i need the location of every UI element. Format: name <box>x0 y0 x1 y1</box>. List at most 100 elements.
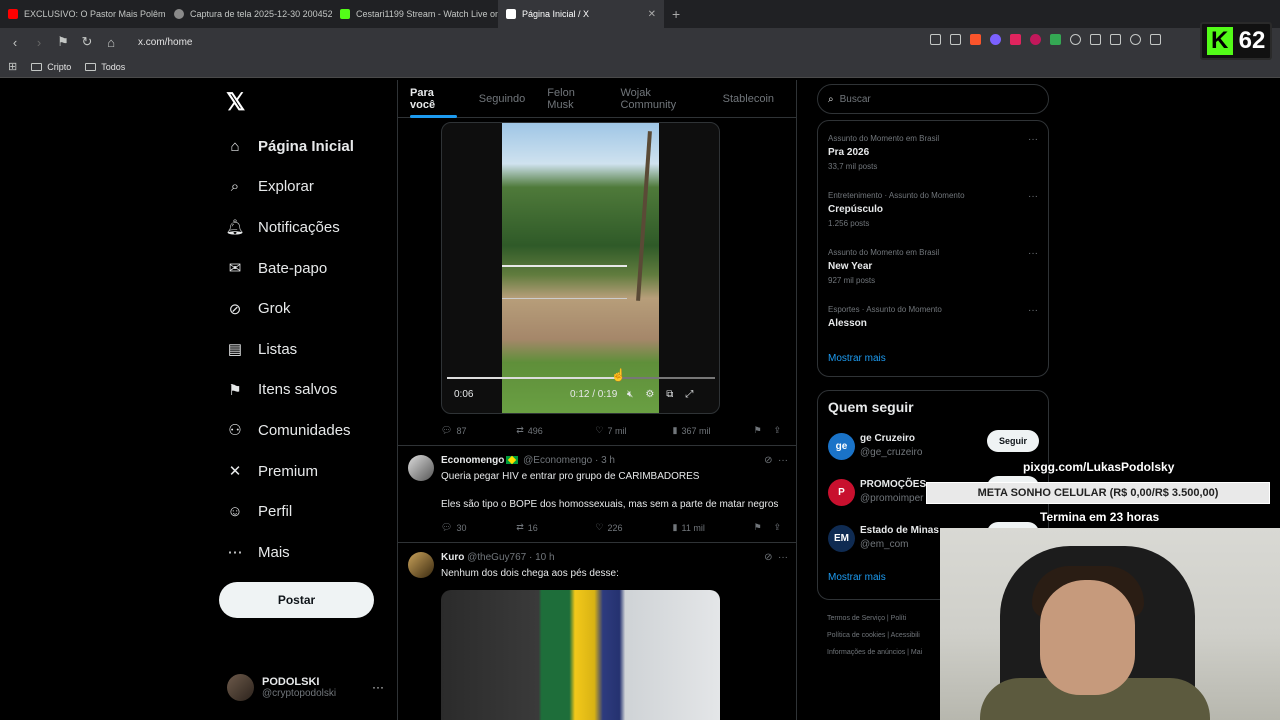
heart-icon: ♡ <box>595 522 604 532</box>
bookmark-icon[interactable]: ⚑ <box>754 522 774 533</box>
trend-item[interactable]: Assunto do Momento em Brasil Pra 2026 33,7… <box>828 134 1040 171</box>
footer-link[interactable]: Informações de anúncios | Mai <box>827 644 922 661</box>
share-icon[interactable] <box>950 34 961 45</box>
extension-icon[interactable] <box>1010 34 1021 45</box>
browser-tab[interactable]: Cestari1199 Stream - Watch Live on ... <box>332 0 498 28</box>
show-more-link[interactable]: Mostrar mais <box>828 572 886 583</box>
author-name[interactable]: Economengo <box>441 455 504 466</box>
music-icon[interactable] <box>1130 34 1141 45</box>
follow-suggestion[interactable]: ge ge Cruzeiro @ge_cruzeiro Seguir <box>828 430 1040 463</box>
reload-icon[interactable]: ↻ <box>80 34 94 50</box>
analytics-icon: ▮ <box>672 522 678 532</box>
reply-icon: 💬︎ <box>441 425 453 435</box>
like-button[interactable]: ♡ 7 mil <box>595 425 672 436</box>
more-icon[interactable]: ··· <box>1028 248 1038 259</box>
brave-shield-icon[interactable] <box>970 34 981 45</box>
tab-para-voce[interactable]: Para você <box>410 80 457 118</box>
post-menu[interactable]: ⊘ ··· <box>764 455 788 466</box>
post[interactable]: Kuro @theGuy767 · 10 h ⊘ ··· Nenhum dos … <box>408 552 793 592</box>
forward-icon[interactable]: › <box>32 35 46 50</box>
search-input[interactable]: ⌕ Buscar <box>817 84 1049 114</box>
nav-label: Grok <box>258 300 291 318</box>
like-button[interactable]: ♡ 226 <box>595 522 672 533</box>
extension-icon[interactable] <box>1050 34 1061 45</box>
more-icon[interactable]: ··· <box>1028 305 1038 316</box>
extension-icon[interactable] <box>1070 34 1081 45</box>
share-icon[interactable]: ⇪ <box>773 522 781 533</box>
nav-item-grok[interactable]: ⊘ Grok <box>226 288 354 329</box>
reply-button[interactable]: 💬︎ 87 <box>441 425 516 436</box>
extension-icon[interactable] <box>1110 34 1121 45</box>
puzzle-icon[interactable] <box>1090 34 1101 45</box>
bookmark-label: Todos <box>101 61 126 72</box>
follow-button[interactable]: Seguir <box>987 430 1039 452</box>
analytics-icon: ▮ <box>672 425 678 435</box>
apps-grid-icon[interactable]: ⊞ <box>8 60 17 73</box>
views-button[interactable]: ▮ 11 mil <box>673 522 754 533</box>
nav-item-more-circle[interactable]: ⋯ Mais <box>226 532 354 573</box>
screen-icon[interactable] <box>930 34 941 45</box>
footer-link[interactable]: Termos de Serviço | Políti <box>827 610 922 627</box>
tab-seguindo[interactable]: Seguindo <box>479 80 526 118</box>
new-tab-button[interactable]: + <box>664 6 688 22</box>
nav-item-bell[interactable]: 🔔︎ Notificações <box>225 207 354 248</box>
extension-icon[interactable] <box>1030 34 1041 45</box>
repost-button[interactable]: ⇄ 16 <box>516 522 595 533</box>
search-placeholder: Buscar <box>839 93 871 105</box>
trend-category: Assunto do Momento em Brasil <box>828 248 940 257</box>
show-more-link[interactable]: Mostrar mais <box>828 353 886 364</box>
trend-item[interactable]: Entretenimento · Assunto do Momento Crepú… <box>828 191 1040 228</box>
post-button[interactable]: Postar <box>219 582 374 618</box>
nav-item-communities[interactable]: ⚇ Comunidades <box>226 410 354 451</box>
bookmark-folder[interactable]: Todos <box>85 62 125 72</box>
more-icon[interactable]: ··· <box>372 680 384 694</box>
trend-item[interactable]: Esportes · Assunto do Momento Alesson ··· <box>828 305 1040 329</box>
back-icon[interactable]: ‹ <box>8 35 22 50</box>
views-button[interactable]: ▮ 367 mil <box>673 425 754 436</box>
x-logo-icon[interactable]: 𝕏 <box>226 88 245 117</box>
nav-item-home[interactable]: ⌂ Página Inicial <box>226 126 353 167</box>
close-tab-icon[interactable]: ✕ <box>648 9 656 20</box>
fullscreen-icon[interactable]: ⤢ <box>685 389 693 400</box>
author-name[interactable]: Kuro <box>441 552 464 563</box>
browser-tab-active[interactable]: Página Inicial / X ✕ <box>498 0 664 28</box>
share-icon[interactable]: ⇪ <box>773 425 781 436</box>
post-menu[interactable]: ⊘ ··· <box>764 552 788 563</box>
pip-icon[interactable]: ⧉ <box>666 389 673 400</box>
bookmark-page-icon[interactable]: ⚑ <box>56 34 70 50</box>
more-icon[interactable]: ··· <box>1028 191 1038 202</box>
nav-item-person[interactable]: ☺ Perfil <box>226 491 354 532</box>
nav-item-list[interactable]: ▤ Listas <box>226 329 354 370</box>
reply-button[interactable]: 💬︎ 30 <box>441 522 516 533</box>
extension-icon[interactable] <box>990 34 1001 45</box>
footer-link[interactable]: Política de cookies | Acessibili <box>827 627 922 644</box>
video-frame[interactable] <box>502 123 659 413</box>
author-handle[interactable]: @Economengo · 3 h <box>523 455 615 466</box>
repost-button[interactable]: ⇄ 496 <box>516 425 595 436</box>
nav-item-bookmark[interactable]: ⚑ Itens salvos <box>226 370 354 411</box>
tab-wojak-community[interactable]: Wojak Community <box>620 80 700 118</box>
bookmark-folder[interactable]: Cripto <box>31 62 71 72</box>
video-progress-bar[interactable] <box>447 377 715 379</box>
trend-item[interactable]: Assunto do Momento em Brasil New Year 927 … <box>828 248 1040 285</box>
nav-item-mail[interactable]: ✉ Bate-papo <box>226 248 354 289</box>
account-switcher[interactable]: PODOLSKI @cryptopodolski ··· <box>227 674 387 701</box>
sidebar-icon[interactable] <box>1150 34 1161 45</box>
mute-icon[interactable]: 🔇︎ <box>627 389 633 400</box>
tab-stablecoin[interactable]: Stablecoin <box>723 80 774 118</box>
settings-icon[interactable]: ⚙ <box>645 389 654 400</box>
nav-item-search[interactable]: ⌕ Explorar <box>226 167 354 208</box>
video-player[interactable]: 0:06 0:12 / 0:19 🔇︎ ⚙ ⧉ ⤢ <box>441 122 720 414</box>
home-browser-icon[interactable]: ⌂ <box>104 35 118 50</box>
more-icon[interactable]: ··· <box>1028 134 1038 145</box>
bookmark-icon[interactable]: ⚑ <box>754 425 774 436</box>
tab-felon-musk[interactable]: Felon Musk <box>547 80 598 118</box>
url-field[interactable]: x.com/home <box>138 37 192 48</box>
suggestion-name: PROMOÇÕES <box>860 479 927 490</box>
nav-item-x-premium[interactable]: ✕ Premium <box>226 451 354 492</box>
x-premium-icon: ✕ <box>228 463 242 481</box>
browser-tab[interactable]: Captura de tela 2025-12-30 200452... <box>166 0 332 28</box>
browser-tab[interactable]: EXCLUSIVO: O Pastor Mais Polêmico <box>0 0 166 28</box>
post-image[interactable] <box>441 590 720 720</box>
author-handle[interactable]: @theGuy767 · 10 h <box>467 552 554 563</box>
